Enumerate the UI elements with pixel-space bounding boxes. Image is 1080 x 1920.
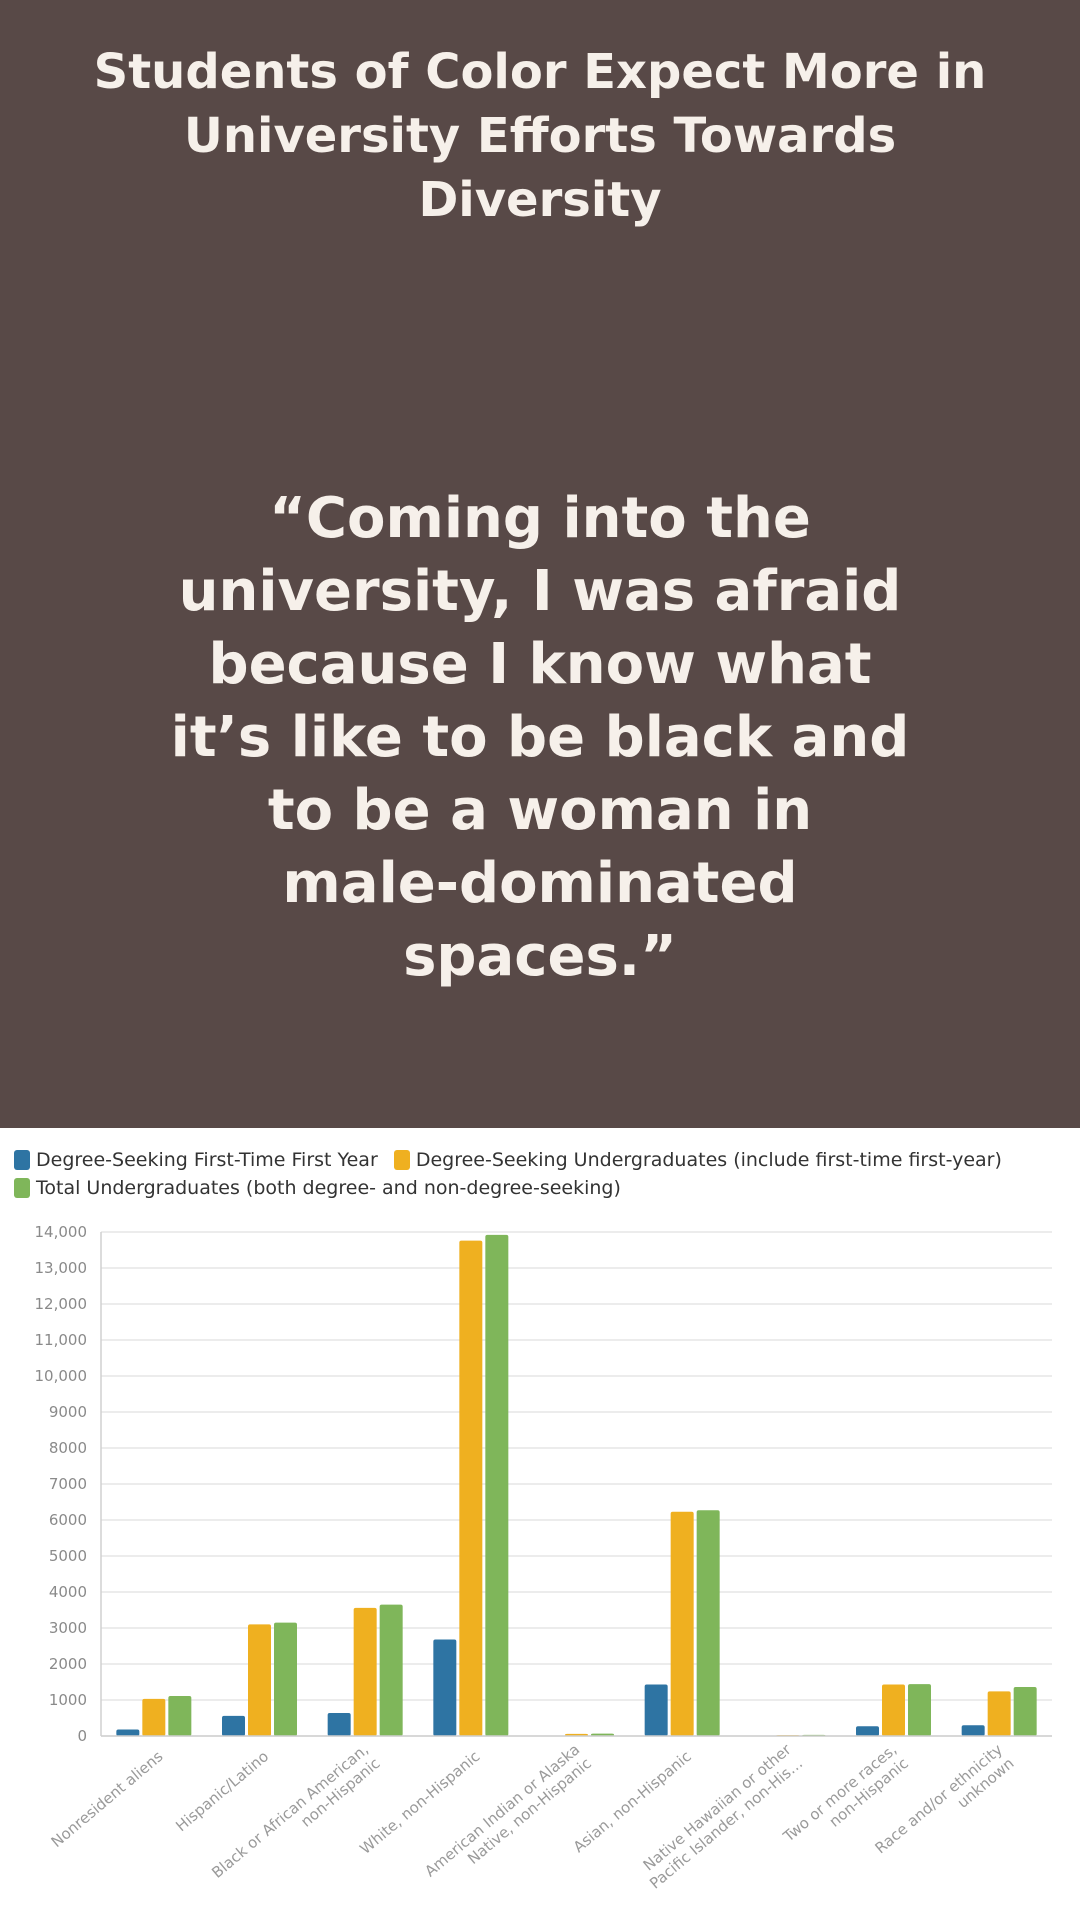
x-tick-label-line: Black or African American, [208,1740,372,1881]
x-tick-label-line: Native, non-Hispanic [464,1754,595,1868]
bar-chart: 0 1000 2000 3000 4000 5000 6000 7000 8000 9000 10,… [35,1223,1052,1895]
title-line-2: University Efforts Towards Diversity [183,108,897,228]
quote-line: it’s like to be black and [170,705,910,770]
bar[interactable] [670,1511,694,1736]
bar[interactable] [327,1712,351,1736]
legend-swatch [14,1178,30,1198]
y-tick-label: 3000 [49,1619,87,1637]
x-tick-label: Nonresident aliens [48,1747,167,1851]
bar[interactable] [644,1684,668,1736]
y-tick-label: 5000 [49,1547,87,1565]
y-tick-label: 8000 [49,1439,87,1457]
bar[interactable] [987,1691,1011,1736]
legend-swatch [393,1150,410,1170]
y-tick-label: 1000 [49,1691,87,1709]
y-tick-label: 11,000 [35,1331,88,1349]
x-tick-label: Hispanic/Latino [172,1747,272,1835]
x-tick-label-line: Native Hawaiian or other [640,1740,796,1875]
bar[interactable] [696,1510,720,1736]
chart-legend: Degree-Seeking First-Time First Year Deg… [14,1146,1064,1202]
legend-item-total[interactable]: Total Undergraduates (both degree- and n… [14,1174,621,1202]
pull-quote: “Coming into the university, I was afrai… [150,482,930,993]
title-line-1: Students of Color Expect More in [93,44,987,100]
y-tick-label: 2000 [49,1655,87,1673]
bar[interactable] [353,1607,377,1736]
bar[interactable] [274,1622,297,1736]
x-tick-label: Black or African American,non-Hispanic [208,1740,383,1895]
legend-swatch [14,1150,30,1170]
bar[interactable] [379,1604,403,1736]
bar[interactable] [459,1240,483,1736]
quote-line: university, I was afraid [178,559,902,624]
legend-item-degree-seeking[interactable]: Degree-Seeking Undergraduates (include f… [393,1146,1002,1174]
quote-line: because I know what [208,632,872,697]
bar[interactable] [248,1624,271,1736]
legend-label: Degree-Seeking First-Time First Year [36,1149,378,1171]
y-tick-label: 4000 [49,1583,87,1601]
x-tick-label: Native Hawaiian or otherPacific Islander… [635,1740,807,1893]
y-tick-label: 10,000 [35,1367,88,1385]
y-tick-label: 6000 [49,1511,87,1529]
y-tick-label: 12,000 [35,1295,88,1313]
y-tick-label: 14,000 [35,1223,88,1241]
bar[interactable] [485,1234,509,1736]
legend-item-first-year[interactable]: Degree-Seeking First-Time First Year [14,1146,378,1174]
bar[interactable] [433,1639,457,1736]
bar[interactable] [882,1684,905,1736]
bar[interactable] [961,1725,985,1736]
x-tick-label-line: Two or more races, [779,1740,900,1846]
bar[interactable] [856,1726,879,1736]
bar[interactable] [222,1715,245,1736]
x-tick-label-line: Hispanic/Latino [172,1747,272,1835]
x-tick-label-line: Nonresident aliens [48,1747,167,1851]
header-panel: Students of Color Expect More in Univers… [0,0,1080,1128]
y-tick-label: 0 [77,1727,87,1745]
bar[interactable] [168,1696,192,1736]
legend-label: Total Undergraduates (both degree- and n… [36,1177,621,1199]
x-tick-label: American Indian or AlaskaNative, non-His… [421,1740,595,1894]
y-tick-label: 7000 [49,1475,87,1493]
legend-label: Degree-Seeking Undergraduates (include f… [415,1149,1002,1171]
x-tick-label-line: American Indian or Alaska [421,1740,583,1880]
bar[interactable] [142,1698,166,1736]
quote-line: male-dominated spaces.” [282,851,798,989]
page-title: Students of Color Expect More in Univers… [60,40,1020,232]
bar[interactable] [116,1729,140,1736]
y-tick-label: 13,000 [35,1259,88,1277]
quote-line: to be a woman in [267,778,813,843]
y-tick-label: 9000 [49,1403,87,1421]
bar[interactable] [908,1684,931,1736]
bar[interactable] [1013,1687,1037,1736]
quote-line: “Coming into the [269,486,811,551]
